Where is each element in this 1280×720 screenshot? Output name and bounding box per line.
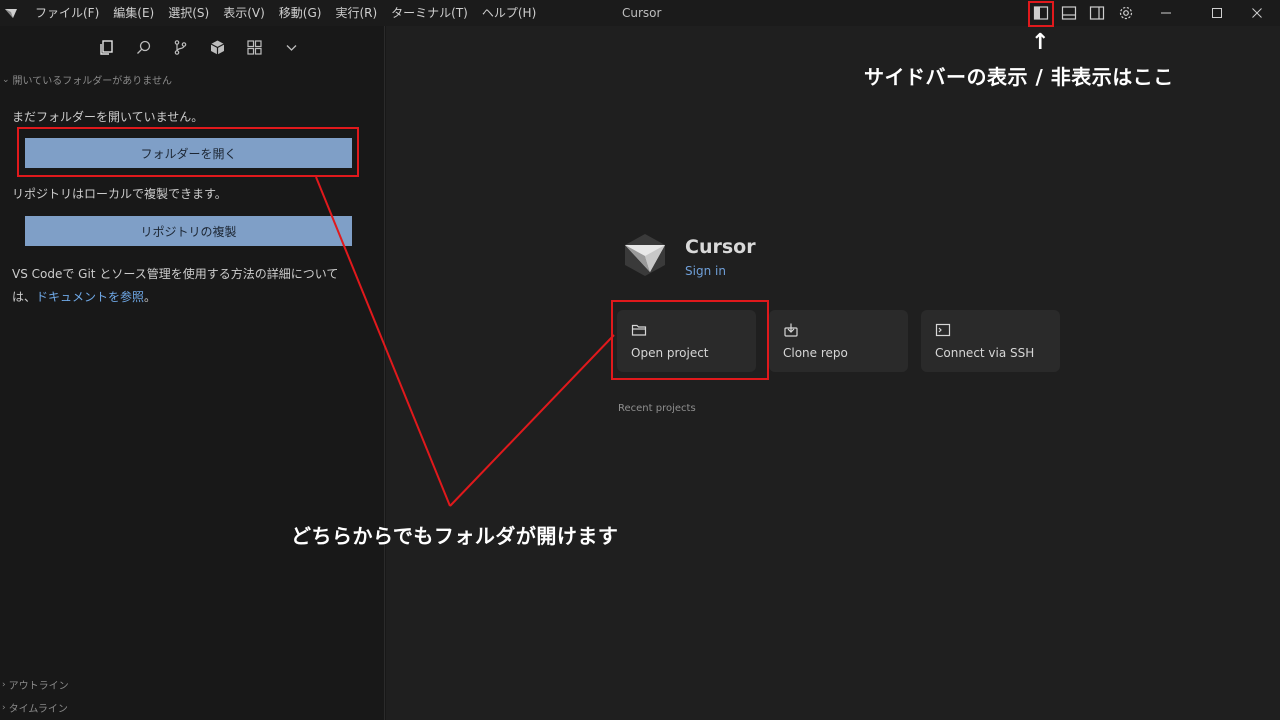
- clone-repository-button[interactable]: リポジトリの複製: [25, 216, 352, 246]
- minimize-icon: [1161, 12, 1171, 14]
- menu-selection[interactable]: 選択(S): [161, 0, 216, 26]
- menu-run[interactable]: 実行(R): [328, 0, 384, 26]
- explorer-tab[interactable]: [88, 36, 125, 58]
- menu-edit[interactable]: 編集(E): [106, 0, 161, 26]
- clone-icon: [784, 323, 798, 337]
- menu-view[interactable]: 表示(V): [216, 0, 272, 26]
- settings-button[interactable]: [1117, 4, 1135, 22]
- main-editor-area: [386, 26, 1280, 720]
- connect-ssh-card[interactable]: Connect via SSH: [921, 310, 1060, 372]
- sidebar-toggle-highlight: [1028, 1, 1054, 27]
- search-tab[interactable]: [125, 36, 162, 58]
- clone-repo-label: Clone repo: [783, 346, 848, 360]
- connect-ssh-label: Connect via SSH: [935, 346, 1035, 360]
- chevron-down-icon: [286, 44, 297, 51]
- no-folder-section-header[interactable]: ⌄ 開いているフォルダーがありません: [0, 72, 172, 88]
- chevron-down-icon: ⌄: [2, 74, 10, 85]
- cursor-logo-icon: [625, 234, 665, 276]
- close-button[interactable]: [1234, 0, 1280, 26]
- grid-tab[interactable]: [236, 36, 273, 58]
- docs-paragraph: VS Codeで Git とソース管理を使用する方法の詳細については、ドキュメン…: [12, 263, 362, 309]
- explorer-icon: [100, 39, 113, 55]
- recent-projects-heading: Recent projects: [618, 403, 696, 414]
- menu-go[interactable]: 移動(G): [272, 0, 329, 26]
- clone-hint: リポジトリはローカルで複製できます。: [12, 187, 227, 201]
- open-folder-annotation: どちらからでもフォルダが開けます: [291, 524, 619, 548]
- timeline-label: タイムライン: [8, 704, 68, 715]
- open-folder-highlight: [17, 127, 359, 177]
- chevron-right-icon: ›: [2, 679, 6, 690]
- more-tabs-button[interactable]: [273, 36, 310, 58]
- sign-in-link[interactable]: Sign in: [685, 264, 726, 278]
- maximize-icon: [1212, 8, 1222, 18]
- title-bar: ファイル(F) 編集(E) 選択(S) 表示(V) 移動(G) 実行(R) ター…: [0, 0, 1280, 26]
- outline-label: アウトライン: [8, 681, 69, 692]
- outline-section-header[interactable]: › アウトライン: [0, 677, 69, 693]
- app-name: Cursor: [685, 236, 756, 258]
- extensions-cube-tab[interactable]: [199, 36, 236, 58]
- toggle-panel-icon: [1061, 6, 1077, 20]
- extensions-icon: [210, 40, 225, 54]
- chevron-right-icon: ›: [2, 702, 6, 713]
- gear-icon: [1119, 6, 1133, 20]
- docs-link[interactable]: ドキュメントを参照: [36, 290, 144, 304]
- source-control-tab[interactable]: [162, 36, 199, 58]
- no-folder-message: まだフォルダーを開いていません。: [12, 110, 204, 124]
- cursor-logo-icon: [5, 9, 17, 18]
- source-control-icon: [174, 39, 187, 55]
- menu-file[interactable]: ファイル(F): [28, 0, 106, 26]
- toggle-panel-button[interactable]: [1060, 4, 1078, 22]
- timeline-section-header[interactable]: › タイムライン: [0, 700, 68, 716]
- up-arrow-annotation: ↑: [1031, 30, 1050, 55]
- toggle-secondary-sidebar-icon: [1089, 6, 1105, 20]
- section-header-label: 開いているフォルダーがありません: [12, 76, 172, 87]
- grid-icon: [247, 39, 262, 55]
- menu-bar: ファイル(F) 編集(E) 選択(S) 表示(V) 移動(G) 実行(R) ター…: [28, 0, 543, 26]
- clone-repo-card[interactable]: Clone repo: [769, 310, 908, 372]
- terminal-icon: [935, 323, 951, 337]
- activity-bar: [88, 36, 310, 58]
- close-icon: [1252, 8, 1262, 18]
- menu-help[interactable]: ヘルプ(H): [475, 0, 543, 26]
- menu-terminal[interactable]: ターミナル(T): [384, 0, 475, 26]
- open-project-highlight: [611, 300, 769, 380]
- toggle-secondary-sidebar-button[interactable]: [1088, 4, 1106, 22]
- docs-text-end: 。: [144, 290, 157, 304]
- search-icon: [137, 40, 151, 54]
- window-title: Cursor: [622, 6, 662, 20]
- sidebar-toggle-annotation: サイドバーの表示 / 非表示はここ: [864, 65, 1174, 89]
- minimize-button[interactable]: [1143, 0, 1189, 26]
